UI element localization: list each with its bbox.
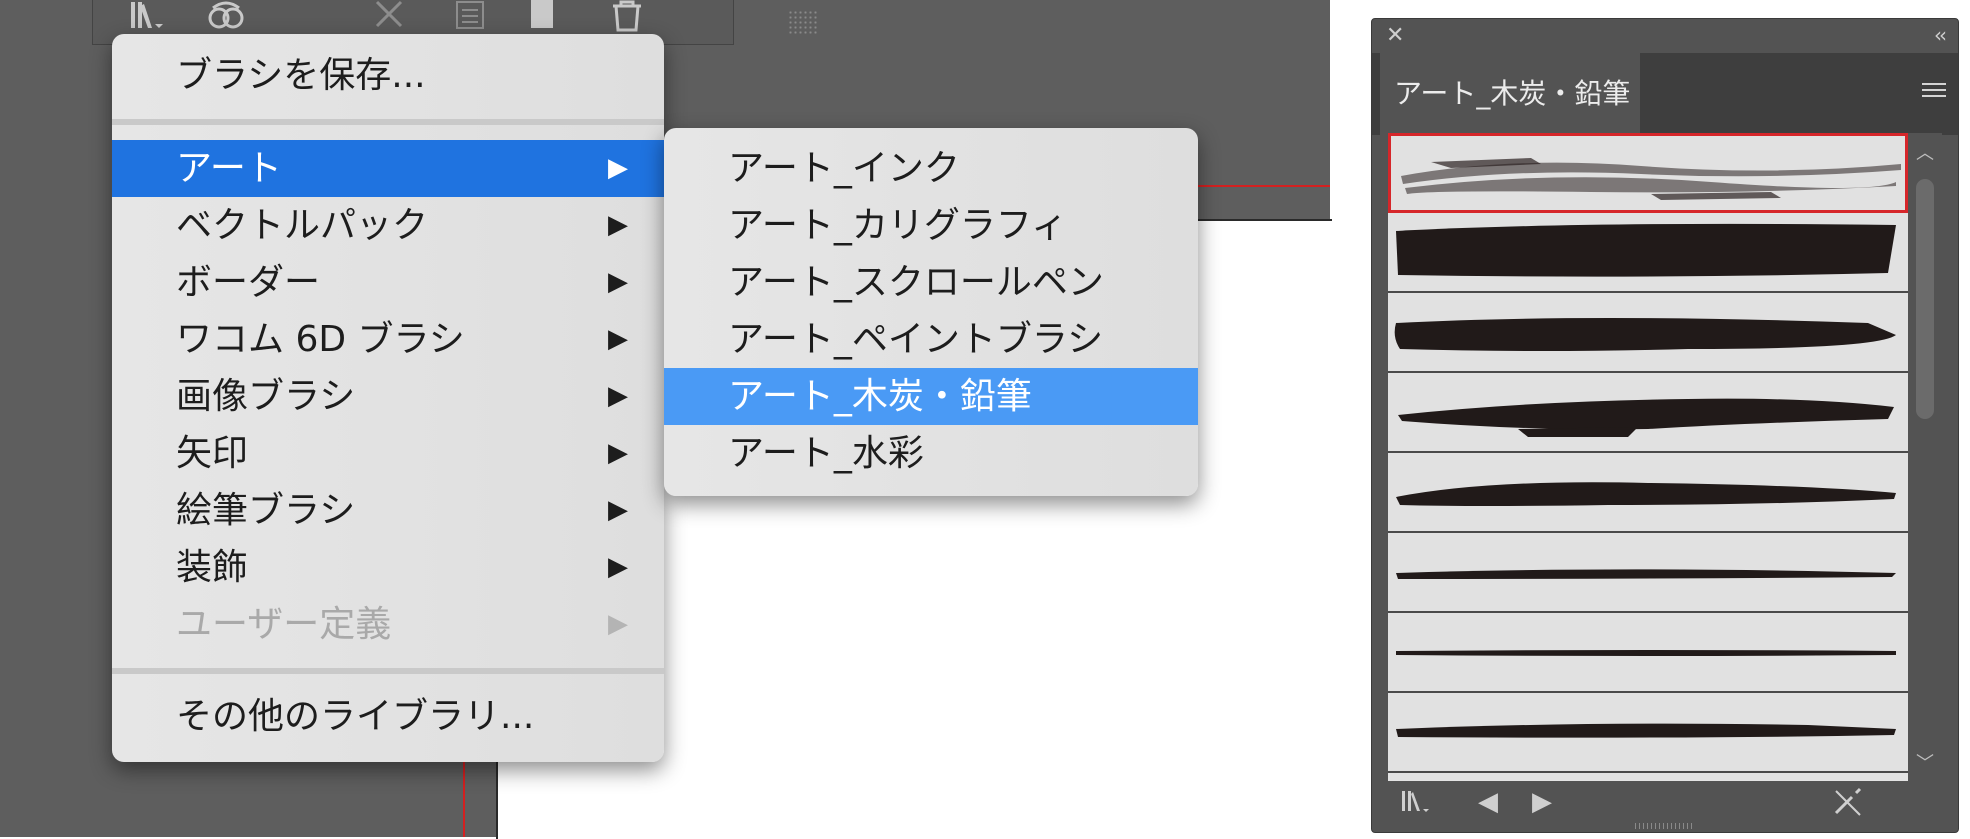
menu-item-label: ブラシを保存... xyxy=(176,55,426,96)
menu-item-label: 画像ブラシ xyxy=(176,376,356,417)
brush-library-menu: ブラシを保存... アート ▶ ベクトルパック ▶ ボーダー ▶ ワコム 6D … xyxy=(112,34,664,762)
next-library-icon[interactable]: ▶ xyxy=(1532,787,1552,817)
menu-item-wacom-6d[interactable]: ワコム 6D ブラシ ▶ xyxy=(112,311,664,368)
submenu-item-art-scroll-pen[interactable]: アート_スクロールペン xyxy=(664,254,1198,311)
menu-item-label: ユーザー定義 xyxy=(176,604,392,645)
close-icon[interactable]: ✕ xyxy=(1386,23,1404,48)
brush-item[interactable] xyxy=(1388,213,1908,293)
menu-item-label: 矢印 xyxy=(176,433,249,474)
remove-stroke-icon[interactable] xyxy=(1832,787,1864,817)
submenu-arrow-icon: ▶ xyxy=(608,381,628,411)
brush-item[interactable] xyxy=(1388,613,1908,693)
menu-item-bristle-brushes[interactable]: 絵筆ブラシ ▶ xyxy=(112,482,664,539)
menu-item-label: ワコム 6D ブラシ xyxy=(176,319,465,360)
menu-item-label: アート_水彩 xyxy=(728,433,924,474)
guide-line-horizontal xyxy=(1195,185,1330,187)
guide-line-vertical xyxy=(463,760,465,837)
menu-item-vector-packs[interactable]: ベクトルパック ▶ xyxy=(112,197,664,254)
brush-library-icon[interactable] xyxy=(127,0,171,32)
menu-item-label: アート_カリグラフィ xyxy=(728,205,1068,246)
menu-item-label: ボーダー xyxy=(176,262,321,303)
brush-stroke-preview xyxy=(1396,223,1896,277)
brush-item[interactable] xyxy=(1388,453,1908,533)
menu-item-label: アート xyxy=(176,148,282,189)
creative-cloud-libraries-icon[interactable] xyxy=(205,0,249,32)
tab-art-charcoal-pencil[interactable]: アート_木炭・鉛筆 xyxy=(1380,53,1640,135)
scroll-up-icon[interactable]: ︿ xyxy=(1916,139,1934,165)
remove-stroke-icon[interactable] xyxy=(371,0,411,32)
scroll-thumb[interactable] xyxy=(1916,179,1934,419)
brush-stroke-preview xyxy=(1396,723,1896,738)
menu-item-borders[interactable]: ボーダー ▶ xyxy=(112,254,664,311)
art-submenu: アート_インク アート_カリグラフィ アート_スクロールペン アート_ペイントブ… xyxy=(664,128,1198,496)
menu-separator xyxy=(112,668,664,674)
submenu-arrow-icon: ▶ xyxy=(608,267,628,297)
submenu-item-art-charcoal-pencil[interactable]: アート_木炭・鉛筆 xyxy=(664,368,1198,425)
brush-item[interactable] xyxy=(1388,533,1908,613)
submenu-arrow-icon: ▶ xyxy=(608,210,628,240)
submenu-arrow-icon: ▶ xyxy=(608,495,628,525)
submenu-arrow-icon: ▶ xyxy=(608,324,628,354)
menu-item-label: アート_スクロールペン xyxy=(728,262,1104,303)
panel-resize-grip[interactable] xyxy=(1635,823,1695,829)
brush-item[interactable] xyxy=(1388,293,1908,373)
menu-item-user-defined: ユーザー定義 ▶ xyxy=(112,596,664,653)
menu-item-label: その他のライブラリ... xyxy=(176,696,535,737)
menu-item-decorative[interactable]: 装飾 ▶ xyxy=(112,539,664,596)
submenu-arrow-icon: ▶ xyxy=(608,609,628,639)
submenu-arrow-icon: ▶ xyxy=(608,153,628,183)
brush-stroke-preview xyxy=(1394,318,1896,351)
brush-item-selected[interactable] xyxy=(1388,133,1908,213)
brush-stroke-preview xyxy=(1398,398,1894,437)
menu-item-image-brushes[interactable]: 画像ブラシ ▶ xyxy=(112,368,664,425)
library-menu-icon[interactable] xyxy=(1400,787,1440,817)
collapse-icon[interactable]: ‹‹ xyxy=(1934,23,1947,47)
menu-item-label: 装飾 xyxy=(176,547,249,588)
panel-footer: ◀ ▶ xyxy=(1372,781,1958,829)
brush-stroke-preview xyxy=(1401,158,1901,200)
brush-stroke-preview xyxy=(1396,482,1896,506)
scroll-down-icon[interactable]: ﹀ xyxy=(1916,749,1934,775)
menu-item-label: 絵筆ブラシ xyxy=(176,490,356,531)
menu-item-label: アート_木炭・鉛筆 xyxy=(728,376,1032,417)
menu-item-label: ベクトルパック xyxy=(176,205,429,246)
menu-separator xyxy=(112,119,664,125)
other-library-item[interactable]: その他のライブラリ... xyxy=(112,688,664,745)
brush-stroke-preview xyxy=(1396,569,1896,579)
panel-tab-bar: アート_木炭・鉛筆 xyxy=(1372,53,1958,135)
brush-stroke-preview xyxy=(1396,650,1896,656)
options-icon[interactable] xyxy=(451,0,491,32)
submenu-item-art-ink[interactable]: アート_インク xyxy=(664,140,1198,197)
menu-item-art[interactable]: アート ▶ xyxy=(112,140,664,197)
brush-list xyxy=(1388,133,1908,781)
menu-item-arrows[interactable]: 矢印 ▶ xyxy=(112,425,664,482)
brush-library-panel: ✕ ‹‹ アート_木炭・鉛筆 ︿ ﹀ ◀ ▶ xyxy=(1371,18,1959,833)
submenu-item-art-calligraphy[interactable]: アート_カリグラフィ xyxy=(664,197,1198,254)
delete-brush-icon[interactable] xyxy=(607,0,647,32)
menu-item-label: アート_ペイントブラシ xyxy=(728,319,1104,360)
brush-item[interactable] xyxy=(1388,373,1908,453)
panel-menu-icon[interactable] xyxy=(1922,83,1946,101)
submenu-item-art-watercolor[interactable]: アート_水彩 xyxy=(664,425,1198,482)
resize-grip[interactable] xyxy=(788,10,818,34)
submenu-arrow-icon: ▶ xyxy=(608,552,628,582)
submenu-arrow-icon: ▶ xyxy=(608,438,628,468)
menu-item-label: アート_インク xyxy=(728,148,960,189)
previous-library-icon[interactable]: ◀ xyxy=(1478,787,1498,817)
submenu-item-art-paintbrush[interactable]: アート_ペイントブラシ xyxy=(664,311,1198,368)
brush-list-scrollbar[interactable]: ︿ ﹀ xyxy=(1908,133,1942,781)
new-brush-icon[interactable] xyxy=(523,0,563,32)
save-brushes-item[interactable]: ブラシを保存... xyxy=(112,47,664,104)
brush-item[interactable] xyxy=(1388,693,1908,773)
